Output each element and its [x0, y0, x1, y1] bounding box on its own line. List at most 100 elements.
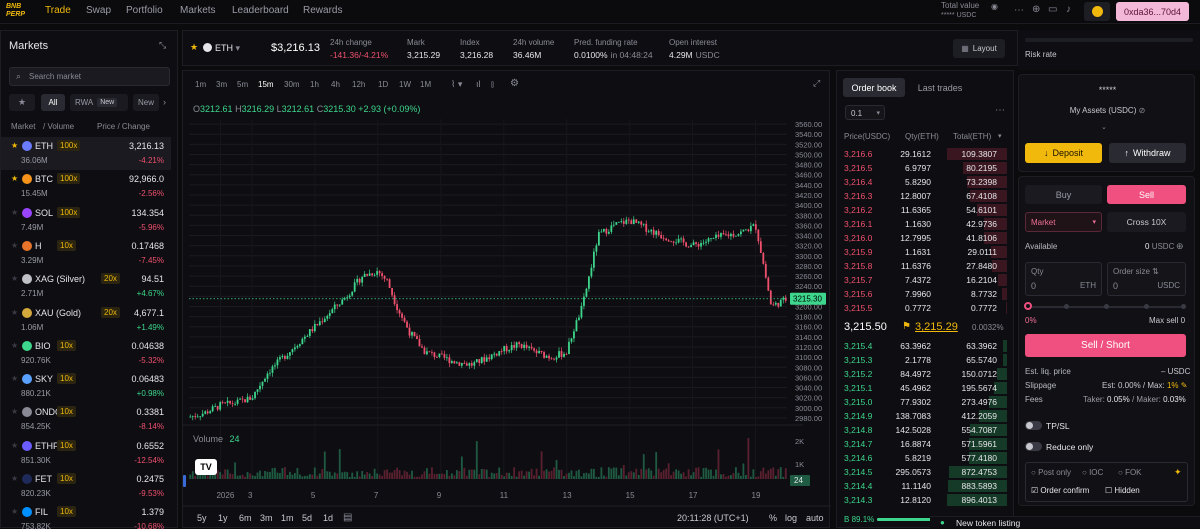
chevron-down-icon[interactable]: ▾: [998, 132, 1002, 140]
wallet-button[interactable]: 0xda36...70d4: [1116, 2, 1189, 21]
bid-row[interactable]: 3,214.6 5.8219 577.4180: [837, 451, 1007, 465]
range-1d[interactable]: 1d: [323, 513, 333, 523]
ask-row[interactable]: 3,215.6 7.9960 8.7732: [837, 287, 1007, 301]
filter-new[interactable]: New: [133, 94, 159, 111]
eye-off-icon[interactable]: ⊘: [1139, 106, 1146, 115]
slider-tick-50[interactable]: [1104, 304, 1109, 309]
withdraw-button[interactable]: ↑ Withdraw: [1109, 143, 1186, 163]
bid-row[interactable]: 3,214.7 16.8874 571.5961: [837, 437, 1007, 451]
market-row[interactable]: ★ ETHFI 10x 851.30K 0.6552 -12.54%: [1, 437, 171, 470]
qty-input[interactable]: Qty 0 ETH: [1025, 262, 1102, 296]
reduce-only-toggle[interactable]: [1025, 442, 1042, 451]
order-confirm-checkbox[interactable]: ☑ Order confirm: [1031, 486, 1089, 495]
ask-row[interactable]: 3,216.2 11.6365 54.6101: [837, 203, 1007, 217]
market-row[interactable]: ★ SOL 100x 7.49M 134.354 -5.96%: [1, 204, 171, 237]
tpsl-toggle[interactable]: [1025, 421, 1042, 430]
bid-row[interactable]: 3,215.3 2.1778 65.5740: [837, 353, 1007, 367]
market-row[interactable]: ★ H 10x 3.29M 0.17468 -7.45%: [1, 237, 171, 270]
ask-row[interactable]: 3,216.1 1.1630 42.9736: [837, 217, 1007, 231]
range-1y[interactable]: 1y: [218, 513, 228, 523]
nav-trade[interactable]: Trade: [45, 5, 71, 16]
market-row[interactable]: ★ SKY 10x 880.21K 0.06483 +0.98%: [1, 370, 171, 403]
deposit-button[interactable]: ↓ Deposit: [1025, 143, 1102, 163]
tick-size-select[interactable]: 0.1 ▾: [845, 105, 885, 120]
symbol-selector[interactable]: ETH ▾: [215, 43, 240, 54]
scale-percent[interactable]: %: [769, 513, 777, 523]
eye-icon[interactable]: ◉: [991, 2, 998, 11]
favorite-star-icon[interactable]: ★: [11, 474, 18, 483]
market-row[interactable]: ★ XAG (Silver) 20x 2.71M 94.51 +4.67%: [1, 270, 171, 303]
bid-row[interactable]: 3,215.1 45.4962 195.5674: [837, 381, 1007, 395]
calendar-icon[interactable]: ▤: [343, 512, 352, 523]
range-3m[interactable]: 3m: [260, 513, 273, 523]
margin-mode-button[interactable]: Cross 10X: [1107, 212, 1186, 232]
favorite-star-icon[interactable]: ★: [11, 507, 18, 516]
ask-row[interactable]: 3,216.4 5.8290 73.2398: [837, 175, 1007, 189]
favorite-star-icon[interactable]: ★: [11, 407, 18, 416]
market-row[interactable]: ★ ONDO 10x 854.25K 0.3381 -8.14%: [1, 403, 171, 436]
ask-row[interactable]: 3,215.5 0.7772 0.7772: [837, 301, 1007, 315]
favorites-filter-icon[interactable]: ★: [9, 94, 35, 111]
bid-row[interactable]: 3,214.3 12.8120 896.4013: [837, 493, 1007, 507]
ask-row[interactable]: 3,216.0 12.7995 41.8106: [837, 231, 1007, 245]
nav-rewards[interactable]: Rewards: [303, 5, 342, 16]
bid-row[interactable]: 3,215.0 77.9302 273.4976: [837, 395, 1007, 409]
market-row[interactable]: ★ BTC 100x 15.45M 92,966.0 -2.56%: [1, 170, 171, 203]
bid-row[interactable]: 3,215.4 63.3962 63.3962: [837, 339, 1007, 353]
post-only-option[interactable]: ○ Post only: [1031, 468, 1071, 477]
favorite-star-icon[interactable]: ★: [11, 374, 18, 383]
range-5d[interactable]: 5d: [302, 513, 312, 523]
network-button[interactable]: [1084, 2, 1110, 21]
favorite-star-icon[interactable]: ★: [11, 241, 18, 250]
edit-icon[interactable]: ✎: [1181, 381, 1188, 390]
bid-row[interactable]: 3,214.4 11.1140 883.5893: [837, 479, 1007, 493]
more-icon[interactable]: ⋯: [1014, 5, 1024, 16]
monitor-icon[interactable]: ▭: [1048, 4, 1057, 15]
chevron-right-icon[interactable]: ›: [163, 97, 166, 107]
tab-last-trades[interactable]: Last trades: [909, 78, 971, 97]
range-5y[interactable]: 5y: [197, 513, 207, 523]
app-logo[interactable]: BNB PERP: [6, 3, 28, 21]
favorite-star-icon[interactable]: ★: [11, 441, 18, 450]
swap-icon[interactable]: ⇅: [1152, 267, 1159, 276]
ask-row[interactable]: 3,215.9 1.1631 29.0111: [837, 245, 1007, 259]
layout-button[interactable]: ▦ Layout: [953, 39, 1005, 58]
market-row[interactable]: ★ ETH 100x 36.06M 3,216.13 -4.21%: [1, 137, 171, 170]
language-icon[interactable]: ⊕: [1032, 4, 1040, 15]
buy-tab[interactable]: Buy: [1025, 185, 1102, 204]
add-funds-icon[interactable]: ⊕: [1176, 241, 1184, 252]
ask-row[interactable]: 3,216.6 29.1612 109.3807: [837, 147, 1007, 161]
market-row[interactable]: ★ FET 10x 820.23K 0.2475 -9.53%: [1, 470, 171, 503]
sell-tab[interactable]: Sell: [1107, 185, 1186, 204]
filter-rwa[interactable]: RWA New: [70, 94, 128, 111]
range-6m[interactable]: 6m: [239, 513, 252, 523]
favorite-star-icon[interactable]: ★: [190, 42, 198, 53]
ioc-option[interactable]: ○ IOC: [1082, 468, 1103, 477]
search-input[interactable]: ⌕ Search market: [9, 67, 170, 86]
col-market[interactable]: Market: [11, 122, 35, 131]
favorite-star-icon[interactable]: ★: [11, 208, 18, 217]
market-row[interactable]: ★ BIO 10x 920.76K 0.04638 -5.32%: [1, 337, 171, 370]
bell-icon[interactable]: ♪: [1066, 4, 1071, 15]
chevron-down-icon[interactable]: ⌄: [1101, 123, 1107, 131]
pin-icon[interactable]: ✦: [1174, 467, 1182, 478]
slider-tick-25[interactable]: [1064, 304, 1069, 309]
col-volume[interactable]: / Volume: [43, 122, 74, 131]
toast[interactable]: ● New token listing: [930, 516, 1200, 528]
nav-markets[interactable]: Markets: [180, 5, 216, 16]
nav-portfolio[interactable]: Portfolio: [126, 5, 163, 16]
more-icon[interactable]: ⋯: [995, 105, 1005, 116]
favorite-star-icon[interactable]: ★: [11, 141, 18, 150]
bid-row[interactable]: 3,215.2 84.4972 150.0712: [837, 367, 1007, 381]
bid-row[interactable]: 3,214.8 142.5028 554.7087: [837, 423, 1007, 437]
filter-all[interactable]: All: [41, 94, 65, 111]
nav-leaderboard[interactable]: Leaderboard: [232, 5, 289, 16]
collapse-icon[interactable]: ⤡: [159, 40, 166, 51]
ask-row[interactable]: 3,216.5 6.9797 80.2195: [837, 161, 1007, 175]
hidden-checkbox[interactable]: ☐ Hidden: [1105, 486, 1140, 495]
slider-tick-75[interactable]: [1144, 304, 1149, 309]
scale-log[interactable]: log: [785, 513, 797, 523]
favorite-star-icon[interactable]: ★: [11, 308, 18, 317]
sell-short-button[interactable]: Sell / Short: [1025, 334, 1186, 357]
slider-handle[interactable]: [1024, 302, 1032, 310]
